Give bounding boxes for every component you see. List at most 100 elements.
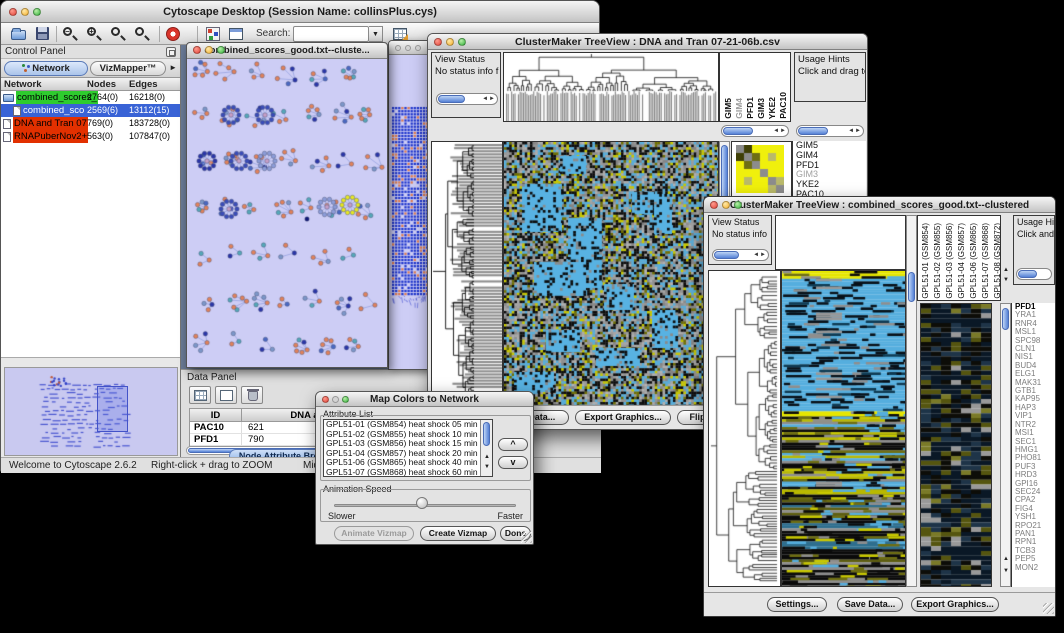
scroll-down-icon[interactable]: ▼ [484, 464, 490, 471]
move-up-button[interactable]: ^ [498, 438, 528, 451]
treeview2-titlebar[interactable]: ClusterMaker TreeView : combined_scores_… [704, 197, 1055, 213]
col-edges[interactable]: Edges [129, 78, 158, 91]
tv2-button-settings-[interactable]: Settings... [767, 597, 827, 612]
zoom-window-icon[interactable] [458, 38, 466, 46]
tv1-hints-hscrollbar[interactable]: ◄► [796, 125, 864, 137]
tv1-matrix-hscrollbar[interactable]: ◄► [721, 125, 789, 137]
treeview2-window[interactable]: ClusterMaker TreeView : combined_scores_… [703, 196, 1056, 617]
view-status-hscrollbar[interactable]: ◄► [436, 93, 498, 105]
delete-attribute-button[interactable] [241, 386, 263, 404]
scroll-thumb[interactable] [798, 127, 828, 135]
tv2-button-save-data-[interactable]: Save Data... [837, 597, 903, 612]
animate-vizmap-button[interactable]: Animate Vizmap [334, 526, 414, 541]
tv2-summary-heatmap[interactable] [920, 303, 992, 587]
tv2-row-dendrogram[interactable] [708, 270, 781, 587]
scroll-right-icon[interactable]: ► [760, 252, 767, 258]
tv1-button-export-graphics-[interactable]: Export Graphics... [575, 410, 671, 425]
tab-network[interactable]: Network [4, 61, 88, 76]
tv2-button-export-graphics-[interactable]: Export Graphics... [911, 597, 999, 612]
scroll-down-icon[interactable]: ▼ [1003, 568, 1009, 575]
tab-vizmapper[interactable]: VizMapper™ [90, 61, 166, 76]
new-attribute-button[interactable] [215, 386, 237, 404]
gene-label[interactable]: MON2 [1012, 564, 1055, 572]
close-icon[interactable] [193, 46, 201, 54]
main-window-titlebar[interactable]: Cytoscape Desktop (Session Name: collins… [1, 1, 599, 23]
close-icon[interactable] [395, 45, 401, 51]
scroll-thumb[interactable] [908, 272, 915, 302]
map-colors-dialog[interactable]: Map Colors to Network Attribute List GPL… [315, 391, 534, 545]
attribute-item[interactable]: GPL51-07 (GSM868) heat shock 60 min [324, 468, 492, 477]
tv1-column-dendrogram[interactable] [503, 52, 719, 122]
network-tree-row[interactable]: DNA and Tran 07769(0)183728(0) [1, 117, 180, 130]
attribute-list-vscrollbar[interactable]: ▲ ▼ [480, 420, 492, 476]
help-button[interactable] [164, 25, 182, 43]
tv2-heatmap[interactable] [781, 270, 906, 587]
zoom-window-icon[interactable] [217, 46, 225, 54]
network-tree-row[interactable]: combined_scores_2764(0)16218(0) [1, 91, 180, 104]
scroll-thumb[interactable] [1002, 308, 1009, 330]
dialog-titlebar[interactable]: Map Colors to Network [316, 392, 533, 407]
tv2-gene-vscrollbar[interactable]: ▲ ▼ [1000, 303, 1011, 587]
view-status-hscrollbar[interactable]: ◄► [712, 249, 769, 261]
network-overview-panel[interactable] [4, 367, 178, 456]
zoom-window-icon[interactable] [33, 8, 41, 16]
minimize-icon[interactable] [332, 396, 339, 403]
scroll-thumb[interactable] [483, 422, 490, 446]
overview-viewport-rect[interactable] [97, 386, 128, 432]
scroll-thumb[interactable] [714, 251, 739, 259]
close-icon[interactable] [322, 396, 329, 403]
scroll-thumb[interactable] [723, 127, 753, 135]
scroll-up-icon[interactable]: ▲ [1003, 267, 1009, 274]
scroll-right-icon[interactable]: ► [780, 128, 787, 134]
scroll-left-icon[interactable]: ◄ [773, 128, 780, 134]
resize-grip[interactable] [1043, 603, 1054, 614]
zoom-window-icon[interactable] [342, 396, 349, 403]
col-network[interactable]: Network [4, 78, 41, 91]
minimize-icon[interactable] [405, 45, 411, 51]
create-vizmap-button[interactable]: Create Vizmap [420, 526, 496, 541]
zoom-window-icon[interactable] [415, 45, 421, 51]
cluster-matrix-canvas[interactable] [736, 145, 784, 193]
network-canvas[interactable] [187, 59, 387, 367]
tv2-main-vscrollbar[interactable] [906, 215, 917, 587]
tv1-row-dendrogram[interactable] [431, 141, 503, 407]
scroll-right-icon[interactable]: ► [855, 128, 862, 134]
scroll-right-icon[interactable]: ► [489, 96, 496, 102]
hints-hscrollbar[interactable] [1016, 268, 1052, 280]
tab-overflow-icon[interactable]: ► [169, 63, 177, 72]
zoom-fit-button[interactable] [109, 25, 127, 43]
minimize-icon[interactable] [21, 8, 29, 16]
network-tree-row[interactable]: combined_sco2569(6)13112(15) [1, 104, 180, 117]
open-session-button[interactable] [10, 25, 28, 43]
zoom-selected-button[interactable] [133, 25, 151, 43]
network-view-window[interactable]: combined_scores_good.txt--cluste... [186, 42, 388, 368]
search-dropdown-button[interactable]: ▼ [369, 26, 383, 42]
close-icon[interactable] [9, 8, 17, 16]
treeview1-titlebar[interactable]: ClusterMaker TreeView : DNA and Tran 07-… [428, 34, 867, 50]
move-down-button[interactable]: v [498, 456, 528, 469]
close-icon[interactable] [710, 201, 718, 209]
tv1-heatmap[interactable] [503, 141, 719, 407]
scroll-up-icon[interactable]: ▲ [1003, 556, 1009, 563]
search-input[interactable] [293, 26, 369, 42]
resize-grip[interactable] [521, 532, 532, 543]
zoom-out-button[interactable]: – [61, 25, 79, 43]
network-view-titlebar[interactable]: combined_scores_good.txt--cluste... [187, 43, 387, 59]
scroll-left-icon[interactable]: ◄ [848, 128, 855, 134]
minimize-icon[interactable] [722, 201, 730, 209]
scroll-left-icon[interactable]: ◄ [753, 252, 760, 258]
zoom-in-button[interactable]: + [85, 25, 103, 43]
scroll-down-icon[interactable]: ▼ [1003, 277, 1009, 284]
col-nodes[interactable]: Nodes [87, 78, 116, 91]
minimize-icon[interactable] [446, 38, 454, 46]
scroll-up-icon[interactable]: ▲ [484, 454, 490, 461]
vizmapper-button[interactable] [204, 25, 222, 43]
scroll-thumb[interactable] [1018, 270, 1037, 278]
attribute-list[interactable]: GPL51-01 (GSM854) heat shock 05 minGPL51… [323, 419, 493, 477]
scroll-left-icon[interactable]: ◄ [482, 96, 489, 102]
zoom-window-icon[interactable] [734, 201, 742, 209]
select-attributes-button[interactable] [189, 386, 211, 404]
network-tree-row[interactable]: RNAPuberNov2+563(0)107847(0) [1, 130, 180, 143]
float-panel-icon[interactable] [166, 47, 176, 57]
tv2-gene-list[interactable]: PFD1YRA1RNR4MSL1SPC98CLN1NIS1BUD4ELG1MAK… [1011, 303, 1055, 587]
